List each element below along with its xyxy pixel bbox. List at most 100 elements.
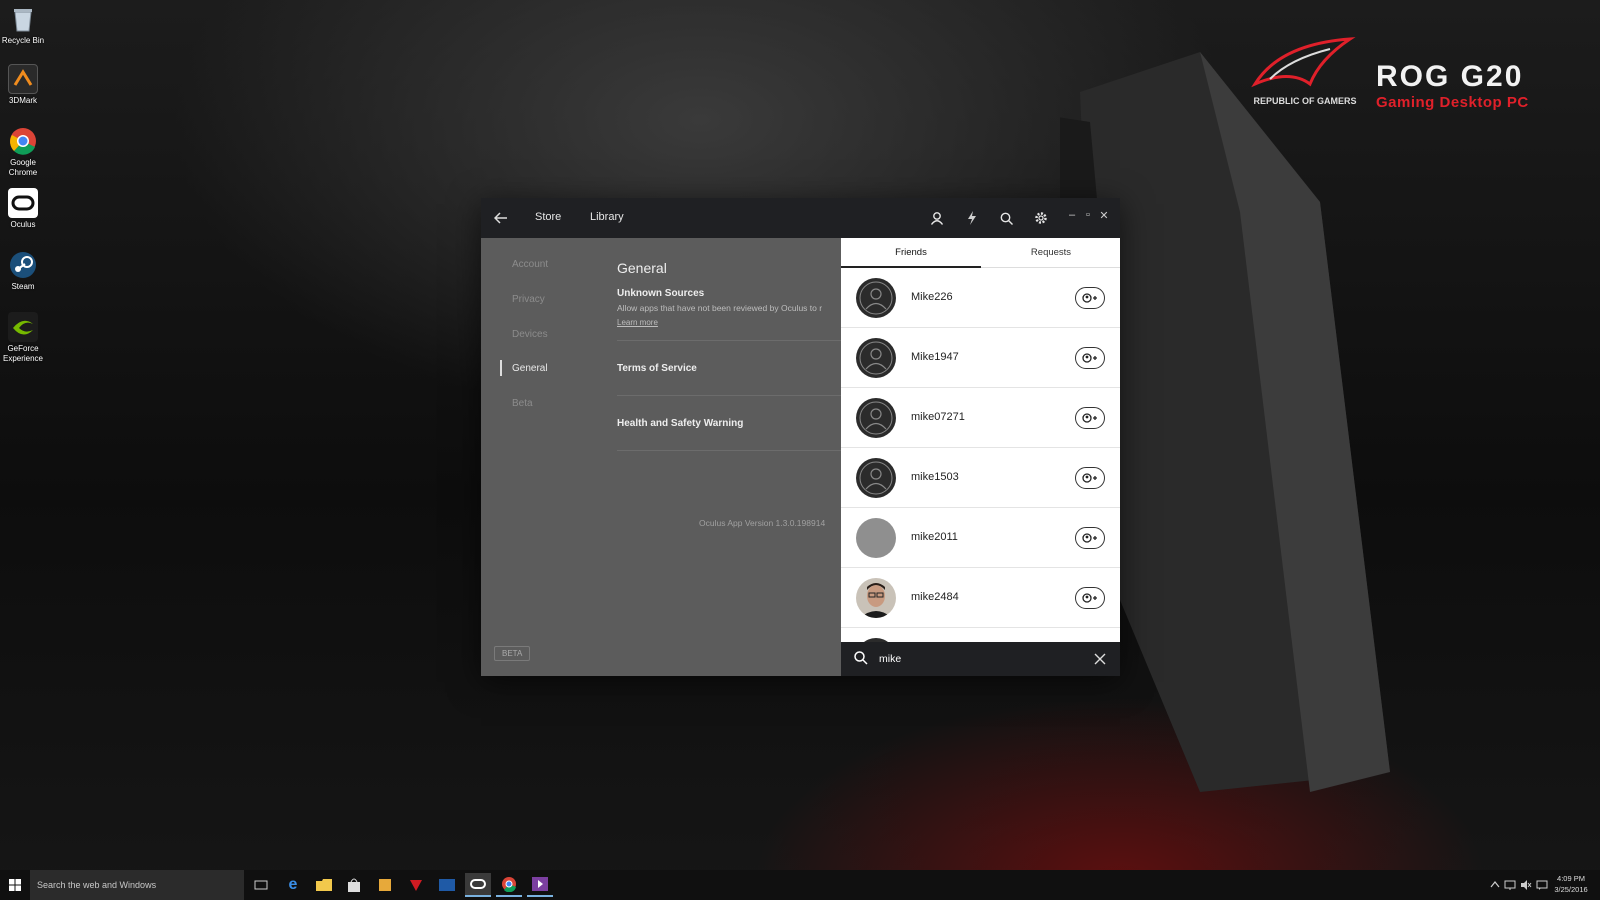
- friend-name: mike07271: [911, 411, 965, 423]
- default-avatar-icon: [859, 401, 893, 435]
- sidebar-item-beta[interactable]: Beta: [512, 398, 533, 409]
- friend-result-row[interactable]: Mike1947: [841, 328, 1120, 388]
- back-button[interactable]: [491, 208, 511, 228]
- friend-name: mike1503: [911, 471, 959, 483]
- add-friend-icon: [1082, 593, 1097, 603]
- friend-name: Mike1947: [911, 351, 959, 363]
- brand-title: ROG G20: [1376, 60, 1524, 93]
- desktop-icon-oculus[interactable]: Oculus: [0, 188, 46, 230]
- profile-button[interactable]: [927, 208, 947, 228]
- add-friend-button[interactable]: [1075, 527, 1105, 549]
- terms-of-service-link[interactable]: Terms of Service: [617, 363, 697, 374]
- desktop-icon-geforce[interactable]: GeForce Experience: [0, 312, 46, 364]
- chevron-up-icon[interactable]: [1490, 880, 1500, 888]
- steam-icon: [8, 250, 38, 280]
- taskbar-app-media-player[interactable]: [527, 873, 553, 897]
- minimize-button[interactable]: –: [1065, 209, 1079, 225]
- health-safety-link[interactable]: Health and Safety Warning: [617, 418, 743, 429]
- nav-store-link[interactable]: Store: [535, 211, 561, 223]
- friend-result-row[interactable]: mike2484: [841, 568, 1120, 628]
- sidebar-item-general[interactable]: General: [512, 363, 548, 374]
- clear-search-button[interactable]: [1091, 650, 1109, 668]
- desktop-icon-recycle-bin[interactable]: Recycle Bin: [0, 4, 46, 46]
- friend-result-row-partial[interactable]: [841, 628, 1120, 642]
- taskbar-app-chrome[interactable]: [496, 873, 522, 897]
- friend-result-row[interactable]: mike07271: [841, 388, 1120, 448]
- taskbar-app-file-explorer[interactable]: [311, 873, 337, 897]
- windows-logo-icon: [9, 879, 21, 891]
- taskbar-app-folder[interactable]: [372, 873, 398, 897]
- settings-divider: [617, 340, 841, 341]
- unknown-sources-title: Unknown Sources: [617, 288, 705, 299]
- learn-more-link[interactable]: Learn more: [617, 318, 658, 327]
- general-heading: General: [617, 260, 667, 276]
- tab-requests[interactable]: Requests: [981, 238, 1121, 268]
- friend-name: mike2484: [911, 591, 959, 603]
- oculus-titlebar: Store Library – ▫ ✕: [481, 198, 1120, 238]
- avatar: [856, 518, 896, 558]
- friends-tabs: Friends Requests: [841, 238, 1120, 268]
- clock-time: 4:09 PM: [1557, 874, 1585, 883]
- settings-pane: Account Privacy Devices General Beta Gen…: [481, 238, 841, 676]
- taskbar-clock[interactable]: 4:09 PM 3/25/2016: [1548, 873, 1594, 895]
- tab-friends[interactable]: Friends: [841, 238, 981, 268]
- friend-name: mike2011: [911, 531, 958, 543]
- unknown-sources-description: Allow apps that have not been reviewed b…: [617, 303, 823, 313]
- taskbar-search-box[interactable]: Search the web and Windows: [30, 870, 244, 900]
- add-friend-button[interactable]: [1075, 347, 1105, 369]
- avatar: [856, 458, 896, 498]
- default-avatar-icon: [859, 281, 893, 315]
- file-explorer-icon: [316, 879, 332, 891]
- nav-library-link[interactable]: Library: [590, 211, 624, 223]
- add-friend-icon: [1082, 413, 1097, 423]
- 3dmark-icon: [8, 64, 38, 94]
- edge-icon: e: [288, 876, 298, 893]
- taskbar-app-oculus[interactable]: [465, 873, 491, 897]
- task-view-button[interactable]: [248, 873, 274, 897]
- friend-result-row[interactable]: mike2011: [841, 508, 1120, 568]
- oculus-icon: [8, 188, 38, 218]
- sidebar-item-devices[interactable]: Devices: [512, 329, 548, 340]
- sidebar-item-account[interactable]: Account: [512, 259, 548, 270]
- search-button[interactable]: [996, 208, 1016, 228]
- desktop-icon-chrome[interactable]: Google Chrome: [0, 126, 46, 178]
- friend-search-bar: [841, 642, 1120, 676]
- clock-date: 3/25/2016: [1554, 885, 1588, 894]
- taskbar-app-asus[interactable]: [434, 873, 460, 897]
- sidebar-item-privacy[interactable]: Privacy: [512, 294, 545, 305]
- oculus-icon: [470, 879, 486, 889]
- search-icon: [854, 651, 868, 665]
- media-player-icon: [532, 877, 548, 891]
- avatar: [856, 278, 896, 318]
- add-friend-button[interactable]: [1075, 287, 1105, 309]
- taskbar-app-edge[interactable]: e: [280, 873, 306, 897]
- add-friend-button[interactable]: [1075, 587, 1105, 609]
- start-button[interactable]: [0, 870, 30, 900]
- network-icon[interactable]: [1504, 879, 1516, 891]
- beta-badge: BETA: [494, 646, 531, 661]
- taskbar-app-rog[interactable]: [403, 873, 429, 897]
- settings-divider: [617, 450, 841, 451]
- notifications-icon[interactable]: [1536, 879, 1548, 891]
- settings-button[interactable]: [1031, 208, 1051, 228]
- desktop-icon-3dmark[interactable]: 3DMark: [0, 64, 46, 106]
- close-button[interactable]: ✕: [1097, 209, 1111, 225]
- friend-search-input[interactable]: [879, 650, 1079, 668]
- add-friend-icon: [1082, 353, 1097, 363]
- app-version-text: Oculus App Version 1.3.0.198914: [699, 518, 826, 528]
- taskbar-app-store[interactable]: [341, 873, 367, 897]
- default-avatar-icon: [859, 461, 893, 495]
- friend-result-row[interactable]: Mike226: [841, 268, 1120, 328]
- add-friend-icon: [1082, 293, 1097, 303]
- maximize-button[interactable]: ▫: [1081, 209, 1095, 225]
- add-friend-button[interactable]: [1075, 467, 1105, 489]
- add-friend-button[interactable]: [1075, 407, 1105, 429]
- add-friend-icon: [1082, 533, 1097, 543]
- friend-result-row[interactable]: mike1503: [841, 448, 1120, 508]
- notifications-button[interactable]: [962, 208, 982, 228]
- volume-muted-icon[interactable]: [1520, 879, 1532, 891]
- asus-rog-icon: [410, 880, 422, 891]
- avatar-photo: [856, 578, 896, 618]
- user-photo-icon: [860, 583, 892, 618]
- desktop-icon-steam[interactable]: Steam: [0, 250, 46, 292]
